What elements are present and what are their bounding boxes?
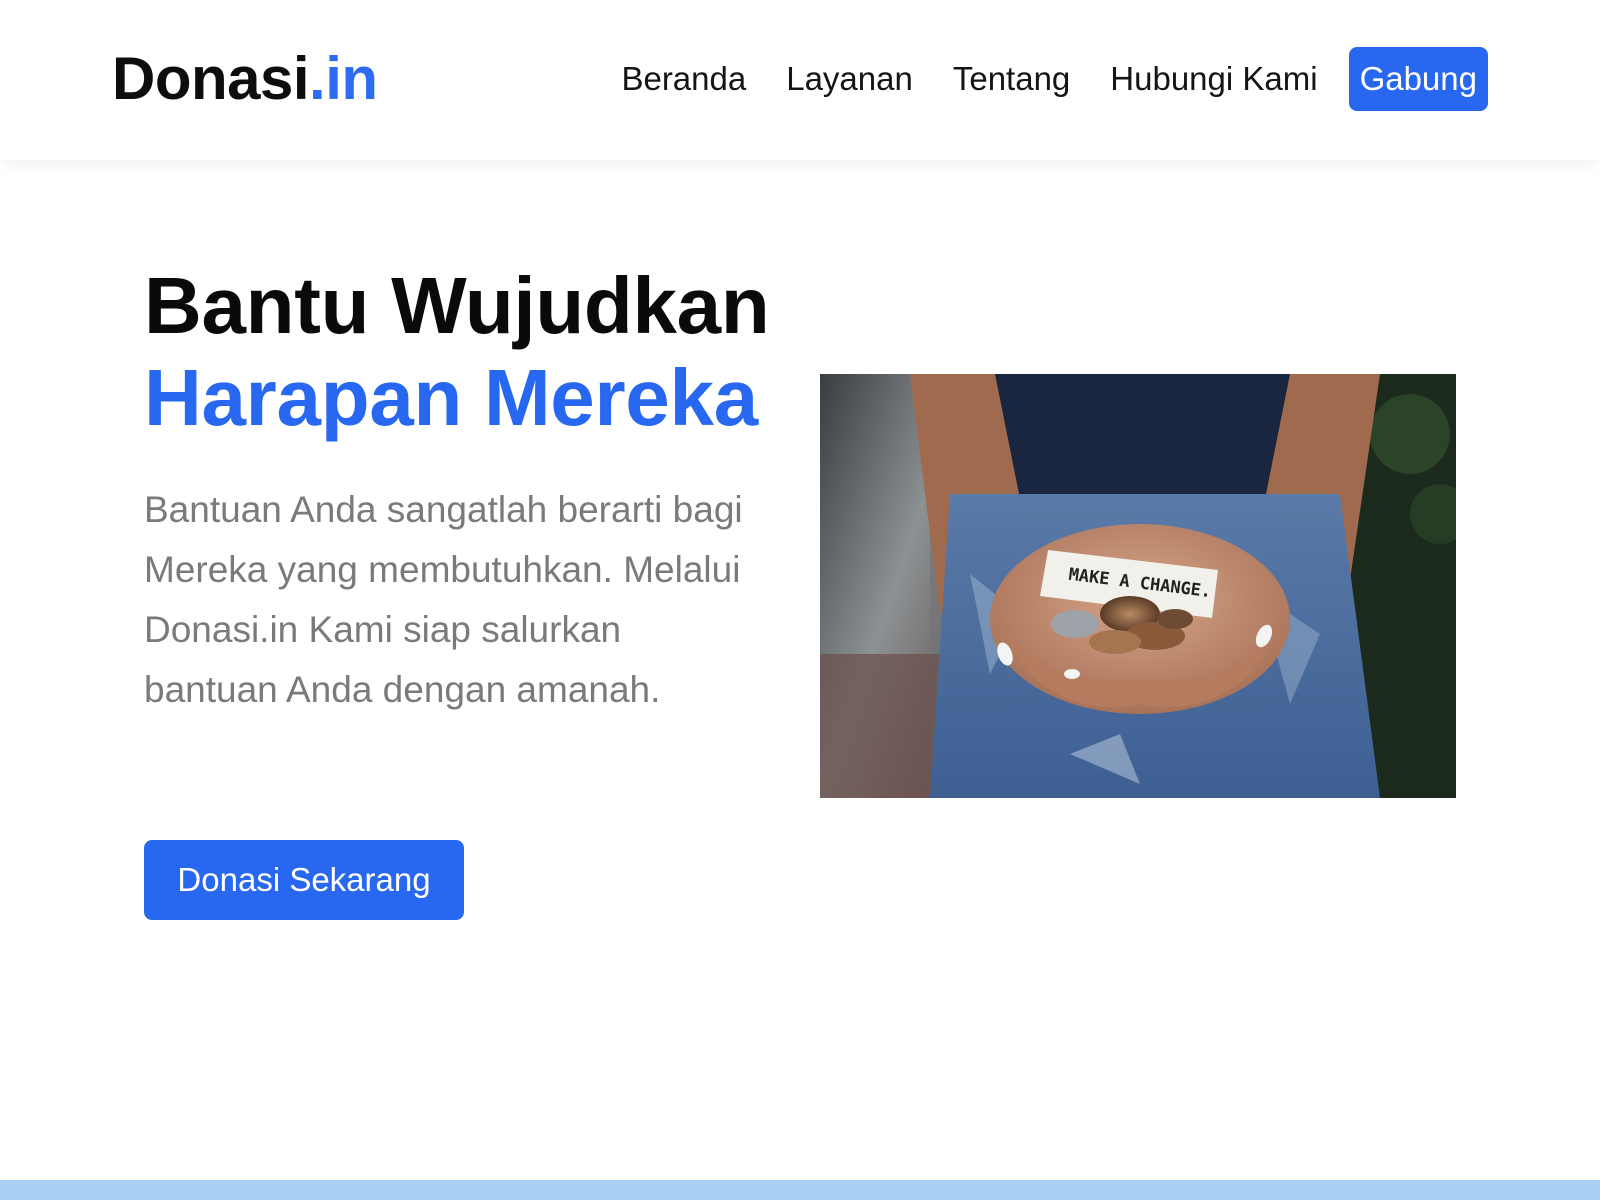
- brand-suffix: .in: [309, 45, 378, 112]
- nav-item-tentang[interactable]: Tentang: [933, 47, 1090, 111]
- hero-description: Bantuan Anda sangatlah berarti bagi Mere…: [144, 489, 743, 710]
- hero-title: Bantu Wujudkan Harapan Mereka: [144, 260, 770, 444]
- hero-title-line1: Bantu Wujudkan: [144, 261, 770, 350]
- main-nav: Beranda Layanan Tentang Hubungi Kami Gab…: [601, 47, 1488, 111]
- site-header: Donasi.in Beranda Layanan Tentang Hubung…: [0, 0, 1600, 160]
- nav-item-layanan[interactable]: Layanan: [766, 47, 933, 111]
- nav-item-hubungi-kami[interactable]: Hubungi Kami: [1090, 47, 1337, 111]
- hands-with-coins-photo: MAKE A CHANGE.: [820, 374, 1456, 798]
- hero-image: MAKE A CHANGE.: [820, 374, 1456, 798]
- hero-title-line2: Harapan Mereka: [144, 353, 758, 442]
- brand-name: Donasi: [112, 45, 310, 112]
- footer-band: [0, 1180, 1600, 1200]
- donate-now-button[interactable]: Donasi Sekarang: [144, 840, 464, 920]
- nav-item-beranda[interactable]: Beranda: [601, 47, 766, 111]
- brand-logo[interactable]: Donasi.in: [112, 43, 378, 115]
- join-button[interactable]: Gabung: [1348, 47, 1488, 111]
